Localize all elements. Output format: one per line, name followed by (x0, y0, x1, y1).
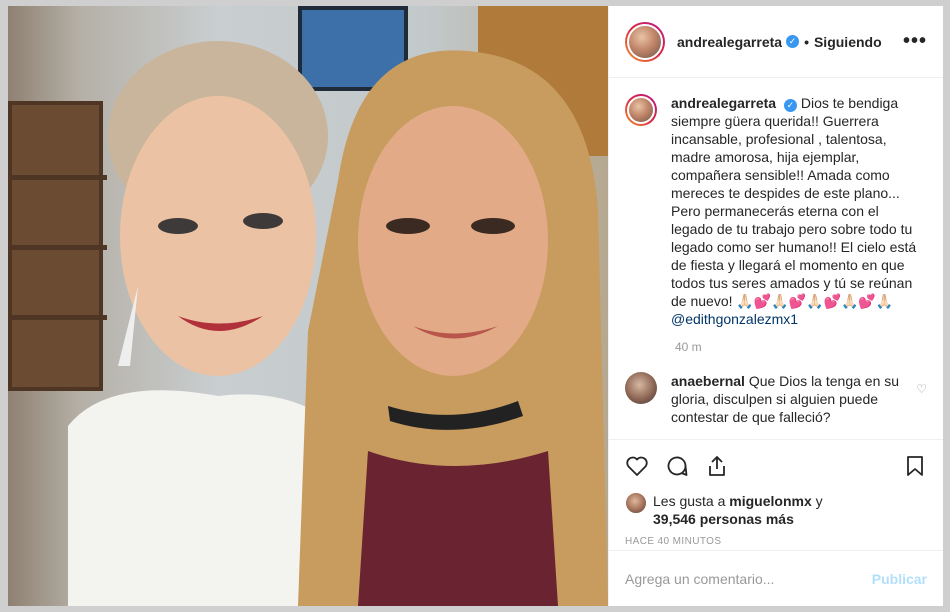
likes-summary: Les gusta a miguelonmx y 39,546 personas… (609, 492, 943, 528)
likes-prefix: Les gusta a (653, 493, 726, 509)
more-options-icon[interactable]: ••• (903, 30, 927, 53)
liker-avatar[interactable] (625, 492, 647, 514)
add-comment-bar: Publicar (609, 550, 943, 606)
header-separator: • (804, 33, 809, 50)
photo-person-right (298, 50, 608, 606)
header-user: andrealegarreta ✓ • Siguiendo (677, 34, 882, 50)
caption-username[interactable]: andrealegarreta (671, 95, 776, 111)
heart-icon[interactable] (623, 452, 651, 480)
likes-user[interactable]: miguelonmx (729, 493, 811, 509)
likes-text: Les gusta a miguelonmx y 39,546 personas… (653, 492, 823, 528)
comment-icon[interactable] (663, 452, 691, 480)
caption-body: Dios te bendiga siempre güera querida!! … (671, 95, 917, 309)
instagram-post-window: andrealegarreta ✓ • Siguiendo ••• andrea… (0, 0, 950, 612)
verified-badge-icon: ✓ (786, 35, 800, 48)
caption-avatar[interactable] (625, 94, 657, 126)
caption-time: 40 m (675, 340, 702, 354)
header-avatar[interactable] (625, 21, 665, 62)
comments-section[interactable]: andrealegarreta ✓ Dios te bendiga siempr… (609, 78, 943, 440)
share-icon[interactable] (703, 452, 731, 480)
publish-button[interactable]: Publicar (872, 571, 927, 587)
comment-text: anaebernal Que Dios la tenga en su glori… (671, 372, 911, 426)
bookmark-icon[interactable] (901, 452, 929, 480)
likes-conj: y (815, 493, 823, 509)
post-caption: andrealegarreta ✓ Dios te bendiga siempr… (625, 94, 927, 328)
verified-badge-icon: ✓ (783, 99, 797, 112)
comment-avatar[interactable] (625, 372, 657, 404)
header-username[interactable]: andrealegarreta (677, 34, 782, 50)
comment-item: anaebernal Que Dios la tenga en su glori… (625, 372, 927, 426)
post-actions (609, 440, 943, 492)
post-timestamp[interactable]: HACE 40 MINUTOS (609, 528, 943, 547)
likes-count[interactable]: 39,546 personas más (653, 511, 794, 527)
post-header: andrealegarreta ✓ • Siguiendo ••• (609, 6, 943, 78)
comment-like-heart-icon[interactable]: ♡ (916, 382, 927, 396)
comment-username[interactable]: anaebernal (671, 373, 745, 389)
post-side-panel: andrealegarreta ✓ • Siguiendo ••• andrea… (608, 6, 943, 606)
post-photo[interactable] (8, 6, 608, 606)
caption-mention[interactable]: @edithgonzalezmx1 (671, 311, 798, 327)
caption-text: andrealegarreta ✓ Dios te bendiga siempr… (671, 94, 921, 328)
add-comment-input[interactable] (625, 570, 872, 587)
following-button[interactable]: Siguiendo (814, 34, 882, 50)
